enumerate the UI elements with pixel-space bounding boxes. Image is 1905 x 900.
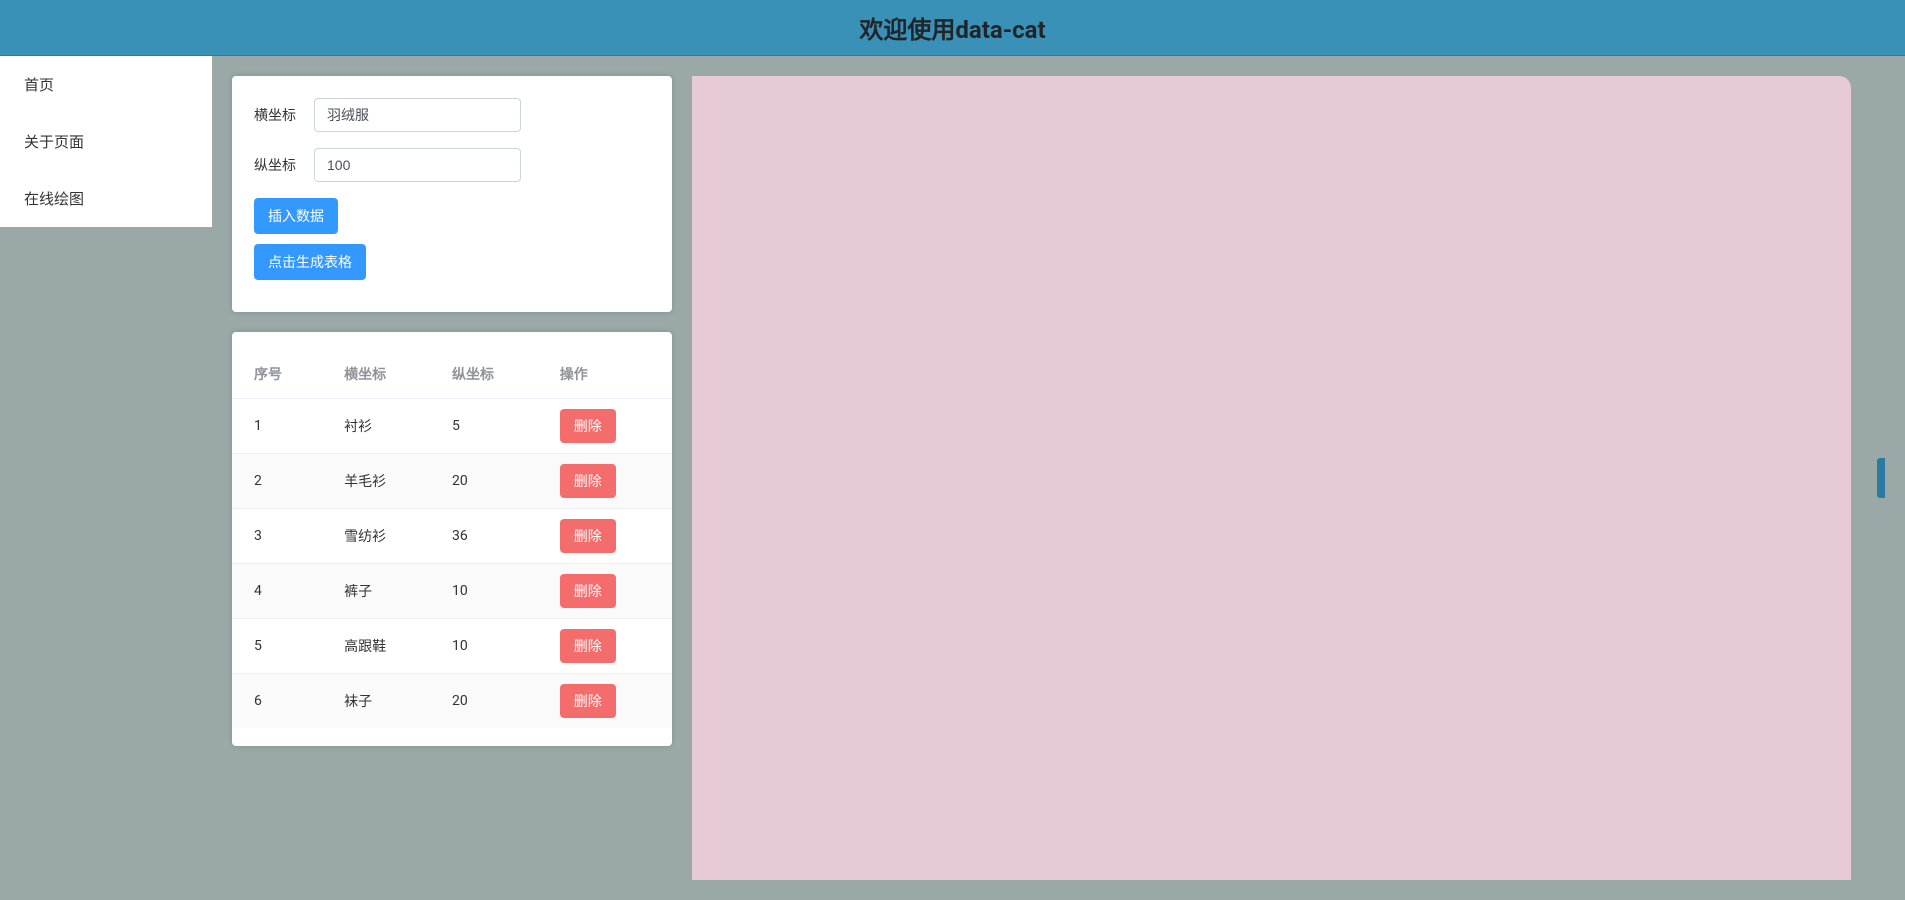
cell-index: 3: [232, 509, 328, 564]
cell-action: 删除: [544, 399, 672, 454]
delete-button[interactable]: 删除: [560, 519, 616, 553]
delete-button[interactable]: 删除: [560, 629, 616, 663]
cell-action: 删除: [544, 454, 672, 509]
delete-button[interactable]: 删除: [560, 574, 616, 608]
cell-index: 4: [232, 564, 328, 619]
cell-action: 删除: [544, 509, 672, 564]
input-form-card: 横坐标 纵坐标 插入数据 点击生成表格: [232, 76, 672, 312]
cell-y: 10: [436, 619, 544, 674]
table-row: 3雪纺衫36 删除: [232, 509, 672, 564]
cell-index: 1: [232, 399, 328, 454]
cell-action: 删除: [544, 674, 672, 729]
table-row: 2羊毛衫20 删除: [232, 454, 672, 509]
main-content: 横坐标 纵坐标 插入数据 点击生成表格 序号: [212, 56, 1905, 900]
col-y: 纵坐标: [436, 350, 544, 399]
table-row: 5高跟鞋10 删除: [232, 619, 672, 674]
data-table-card: 序号 横坐标 纵坐标 操作 1衬衫5删除2羊毛衫20删除3雪纺衫36删除4裤子1…: [232, 332, 672, 746]
col-index: 序号: [232, 350, 328, 399]
cell-y: 20: [436, 454, 544, 509]
y-axis-label: 纵坐标: [254, 155, 314, 175]
cell-y: 20: [436, 674, 544, 729]
x-axis-row: 横坐标: [254, 98, 650, 132]
generate-table-button[interactable]: 点击生成表格: [254, 244, 366, 280]
chart-canvas: [692, 76, 1851, 880]
col-action: 操作: [544, 350, 672, 399]
cell-action: 删除: [544, 564, 672, 619]
right-edge-handle[interactable]: [1877, 458, 1885, 498]
cell-index: 5: [232, 619, 328, 674]
cell-x: 雪纺衫: [328, 509, 436, 564]
delete-button[interactable]: 删除: [560, 409, 616, 443]
sidebar-item-label: 在线绘图: [24, 190, 84, 208]
col-x: 横坐标: [328, 350, 436, 399]
cell-index: 2: [232, 454, 328, 509]
table-row: 1衬衫5 删除: [232, 399, 672, 454]
app-header: 欢迎使用data-cat: [0, 0, 1905, 56]
y-axis-input[interactable]: [314, 148, 521, 182]
cell-x: 裤子: [328, 564, 436, 619]
y-axis-row: 纵坐标: [254, 148, 650, 182]
x-axis-label: 横坐标: [254, 105, 314, 125]
delete-button[interactable]: 删除: [560, 464, 616, 498]
sidebar-item-home[interactable]: 首页: [0, 56, 212, 113]
cell-x: 衬衫: [328, 399, 436, 454]
cell-x: 袜子: [328, 674, 436, 729]
data-table: 序号 横坐标 纵坐标 操作 1衬衫5删除2羊毛衫20删除3雪纺衫36删除4裤子1…: [232, 350, 672, 728]
sidebar-item-about[interactable]: 关于页面: [0, 113, 212, 170]
sidebar: 首页 关于页面 在线绘图: [0, 56, 212, 227]
x-axis-input[interactable]: [314, 98, 521, 132]
delete-button[interactable]: 删除: [560, 684, 616, 718]
table-row: 6袜子20 删除: [232, 674, 672, 729]
main-layout: 首页 关于页面 在线绘图 横坐标 纵坐标 插入数据 点击生成表格: [0, 56, 1905, 900]
insert-data-button[interactable]: 插入数据: [254, 198, 338, 234]
sidebar-item-label: 关于页面: [24, 133, 84, 151]
sidebar-item-label: 首页: [24, 76, 54, 94]
cell-x: 高跟鞋: [328, 619, 436, 674]
sidebar-item-draw[interactable]: 在线绘图: [0, 170, 212, 227]
cell-index: 6: [232, 674, 328, 729]
cell-y: 36: [436, 509, 544, 564]
table-row: 4裤子10 删除: [232, 564, 672, 619]
app-title: 欢迎使用data-cat: [859, 16, 1045, 44]
cell-x: 羊毛衫: [328, 454, 436, 509]
cell-y: 5: [436, 399, 544, 454]
cell-action: 删除: [544, 619, 672, 674]
cell-y: 10: [436, 564, 544, 619]
